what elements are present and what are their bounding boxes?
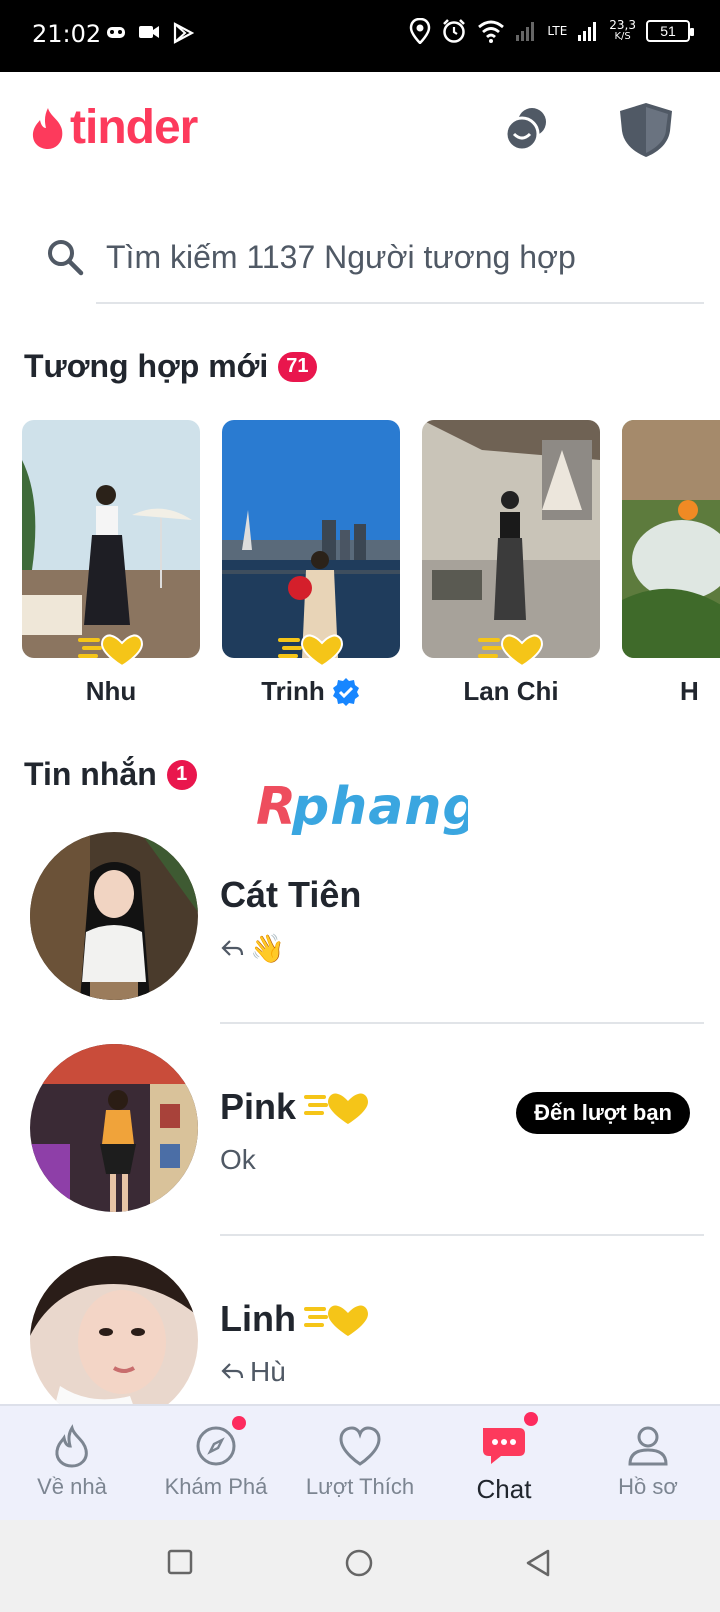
heart-icon [339,1426,381,1466]
nav-label: Hồ sơ [618,1474,678,1499]
reply-arrow-icon [221,1363,244,1379]
alarm-icon [443,19,466,43]
logo-text: tinder [70,101,198,154]
nav-label: Lượt Thích [305,1474,415,1499]
search-icon [48,240,84,276]
super-like-icon [303,1305,368,1336]
shield-icon [620,103,672,157]
game-controller-icon [107,27,125,38]
new-matches-title: Tương hợp mới [24,348,269,384]
super-like-icon [304,1093,369,1124]
match-card[interactable]: Nhu [22,420,200,706]
back-triangle-icon[interactable] [524,1548,552,1578]
status-time: 21:02 [32,20,102,48]
super-like-icon [78,632,144,673]
match-photo-image [222,420,400,658]
contact-name: Pink [220,1086,370,1128]
search-input[interactable] [96,222,704,292]
super-like-icon [478,632,544,673]
match-photo-image [422,420,600,658]
compass-icon [196,1426,236,1466]
status-bar: 21:02 LTE 23,3 K/S 51 [0,0,720,72]
battery-indicator: 51 [646,20,694,42]
match-name: Nhu [85,676,137,706]
match-name: H [680,676,699,706]
home-circle-icon[interactable] [344,1548,374,1578]
notification-dot [524,1412,538,1426]
signal-strong-icon [578,22,597,41]
messages-title: Tin nhắn [24,756,157,792]
svg-text:phang: phang [291,777,468,836]
conversation-row[interactable]: Cát Tiên 👋 [0,832,720,1042]
verified-badge-icon [332,677,359,706]
conversation-row[interactable]: Pink Ok Đến lượt bạn [0,1044,720,1254]
chat-icon [483,1428,525,1464]
notification-dot [232,1416,246,1430]
network-type: LTE [547,24,568,38]
nav-label: Về nhà [37,1474,107,1499]
match-photo [222,420,400,658]
watermark-image: R phang [256,777,480,837]
double-chat-bubble-icon [504,108,546,152]
match-card[interactable]: H [622,420,720,706]
new-matches-carousel[interactable]: Nhu Trinh Lan Chi H [22,420,720,710]
match-card[interactable]: Trinh [222,420,400,706]
match-card[interactable]: Lan Chi [422,420,600,706]
nav-label: Chat [476,1474,532,1504]
avatar [30,1256,198,1424]
avatar [30,1044,198,1212]
contact-name: Linh [220,1298,370,1340]
play-store-icon [173,22,194,44]
match-name: Trinh [222,676,400,707]
signal-weak-icon [516,22,535,41]
nav-chat[interactable]: Chat [432,1406,576,1522]
wifi-icon [478,20,505,43]
match-photo [22,420,200,658]
messages-header: Tin nhắn 1 [24,756,197,793]
message-preview: Ok [220,1144,256,1175]
reply-arrow-icon [221,939,244,956]
search-field-wrapper [96,222,704,304]
row-divider [220,1022,704,1024]
flame-icon [55,1424,88,1468]
match-photo [422,420,600,658]
nav-profile[interactable]: Hồ sơ [576,1406,720,1522]
new-matches-count-badge: 71 [278,351,317,382]
match-photo [622,420,720,658]
bottom-navigation: Về nhà Khám Phá Lượt Thích Chat Hồ sơ [0,1404,720,1520]
match-photo-image [622,420,720,658]
location-icon [410,18,431,44]
nav-home[interactable]: Về nhà [0,1406,144,1522]
super-like-icon [278,632,344,673]
status-app-icons [106,22,194,44]
recent-apps-icon[interactable] [166,1548,194,1576]
system-navigation-bar [0,1520,720,1612]
match-group-button[interactable] [498,102,554,158]
profile-icon [628,1426,668,1466]
nav-explore[interactable]: Khám Phá [144,1406,288,1522]
status-indicators: LTE 23,3 K/S 51 [409,18,694,44]
video-camera-icon [139,26,159,38]
tinder-logo[interactable]: tinder [30,100,198,155]
message-preview: Hù [220,1356,286,1388]
nav-likes[interactable]: Lượt Thích [288,1406,432,1522]
search-bar [40,222,704,304]
match-photo-image [22,420,200,658]
your-turn-badge: Đến lượt bạn [516,1092,690,1134]
match-name: Lan Chi [463,676,559,706]
nav-label: Khám Phá [164,1474,268,1499]
tinder-flame-icon [32,107,63,149]
row-divider [220,1234,704,1236]
new-matches-header: Tương hợp mới 71 [24,348,317,385]
network-speed-unit: K/S [614,31,631,42]
app-header: tinder [0,72,720,192]
safety-shield-button[interactable] [618,102,674,158]
messages-count-badge: 1 [166,759,197,790]
contact-name: Cát Tiên [220,874,362,915]
avatar [30,832,198,1000]
network-speed: 23,3 [609,18,636,32]
message-preview: 👋 [220,932,285,965]
svg-text:R: R [256,777,297,836]
